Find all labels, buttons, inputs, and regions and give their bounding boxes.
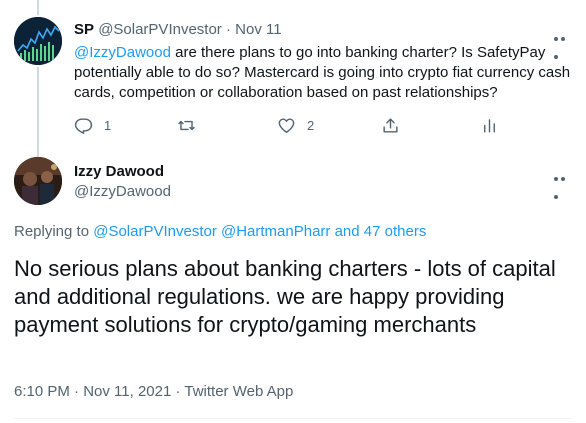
reply-tweet-header: SP @SolarPVInvestor · Nov 11 bbox=[74, 21, 282, 38]
main-tweet-text: No serious plans about banking charters … bbox=[14, 256, 556, 337]
separator-dot: · bbox=[225, 21, 231, 38]
retweet-button[interactable] bbox=[177, 116, 207, 135]
analytics-icon bbox=[484, 119, 495, 133]
main-author-name[interactable]: Izzy Dawood bbox=[74, 163, 164, 180]
main-author-handle[interactable]: @IzzyDawood bbox=[74, 183, 171, 200]
share-icon bbox=[383, 118, 398, 133]
reply-button[interactable]: 1 bbox=[74, 116, 111, 135]
replying-to-links[interactable]: @SolarPVInvestor @HartmanPharr and 47 ot… bbox=[93, 223, 426, 240]
avatar-sp[interactable] bbox=[14, 17, 62, 65]
avatar-izzy-dawood[interactable] bbox=[14, 157, 62, 205]
reply-icon bbox=[74, 118, 93, 134]
analytics-button[interactable] bbox=[480, 116, 499, 135]
tweet-thread: SP @SolarPVInvestor · Nov 11 @IzzyDawood… bbox=[0, 0, 586, 423]
reply-count: 1 bbox=[104, 118, 112, 133]
mention-link[interactable]: @IzzyDawood bbox=[74, 44, 171, 61]
like-count: 2 bbox=[307, 118, 315, 133]
replying-to: Replying to @SolarPVInvestor @HartmanPha… bbox=[14, 223, 426, 240]
more-icon[interactable] bbox=[554, 168, 574, 199]
retweet-icon bbox=[178, 120, 195, 131]
thread-connector bbox=[37, 67, 39, 157]
like-icon bbox=[278, 118, 295, 133]
replying-prefix: Replying to bbox=[14, 223, 94, 240]
divider bbox=[14, 418, 572, 419]
tweet-timestamp[interactable]: 6:10 PM · Nov 11, 2021 · Twitter Web App bbox=[14, 383, 293, 400]
reply-tweet-text: @IzzyDawood are there plans to go into b… bbox=[74, 43, 574, 103]
more-icon[interactable] bbox=[554, 28, 574, 59]
reply-date[interactable]: Nov 11 bbox=[235, 21, 281, 38]
share-button[interactable] bbox=[381, 116, 400, 135]
reply-author-handle[interactable]: @SolarPVInvestor bbox=[98, 21, 222, 38]
thread-connector-top bbox=[37, 0, 39, 15]
like-button[interactable]: 2 bbox=[277, 116, 314, 135]
reply-author-name[interactable]: SP bbox=[74, 21, 94, 38]
